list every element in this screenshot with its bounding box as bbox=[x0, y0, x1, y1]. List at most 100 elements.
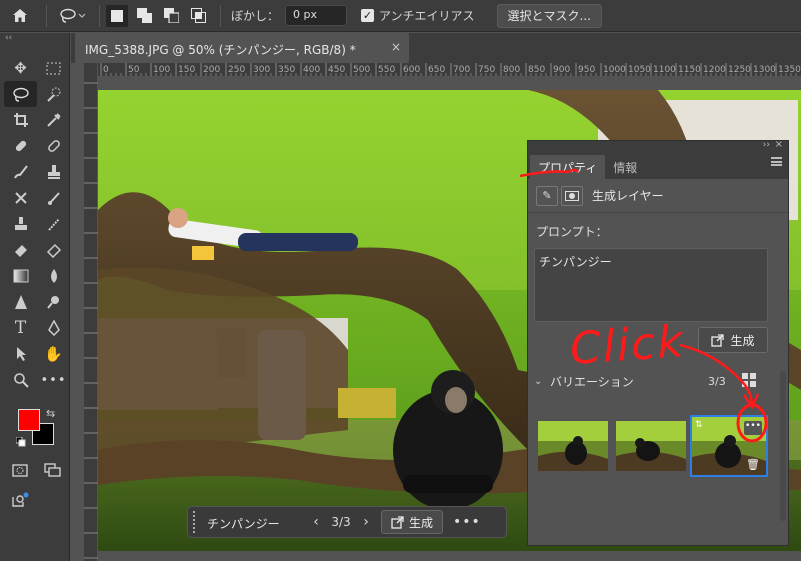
horizontal-ruler: 0 50 100 150 200 250 300 350 400 450 500 550 600 650 7… bbox=[98, 63, 801, 77]
quick-select-tool-icon[interactable] bbox=[37, 81, 70, 107]
generative-icon[interactable]: ✎ bbox=[536, 185, 558, 206]
ruler-label: 950 bbox=[578, 65, 595, 75]
layer-type-row: ✎ 生成レイヤー bbox=[528, 179, 788, 213]
panel-scrollbar[interactable] bbox=[780, 371, 786, 521]
divider bbox=[46, 4, 47, 27]
variation-thumbnail[interactable] bbox=[538, 421, 608, 471]
ruler-label: 700 bbox=[453, 65, 470, 75]
contextual-task-bar: チンパンジー ‹ 3/3 › 生成 ••• bbox=[187, 506, 507, 538]
tab-properties[interactable]: プロパティ bbox=[530, 155, 606, 179]
antialias-checkbox[interactable]: ✓ bbox=[361, 9, 375, 22]
background-eraser-icon[interactable] bbox=[4, 237, 37, 263]
variation-counter: 3/3 bbox=[331, 515, 351, 529]
variation-image bbox=[616, 421, 686, 471]
lasso-tool-icon[interactable] bbox=[4, 81, 37, 107]
previous-variation-button[interactable]: ‹ bbox=[305, 514, 327, 530]
generate-button[interactable]: 生成 bbox=[381, 510, 444, 534]
spot-healing-tool-icon[interactable] bbox=[4, 133, 37, 159]
eyedropper-tool-icon[interactable] bbox=[37, 107, 70, 133]
type-tool-icon[interactable]: T bbox=[4, 315, 37, 341]
swap-colors-icon[interactable]: ⇆ bbox=[46, 407, 55, 420]
crop-tool-icon[interactable] bbox=[4, 107, 37, 133]
gradient-tool-icon[interactable] bbox=[4, 263, 37, 289]
add-selection-icon bbox=[136, 8, 152, 23]
home-icon bbox=[13, 9, 27, 22]
quick-mask-icon[interactable] bbox=[8, 459, 32, 481]
hand-tool-icon[interactable]: ✋ bbox=[37, 341, 70, 367]
collapse-panel-icon[interactable]: ›› bbox=[763, 140, 770, 150]
more-options-icon[interactable]: ••• bbox=[744, 421, 762, 435]
share-icon[interactable] bbox=[8, 489, 32, 511]
zoom-tool-icon[interactable] bbox=[4, 367, 37, 393]
grid-view-icon[interactable] bbox=[742, 373, 756, 387]
ruler-label: 200 bbox=[203, 65, 220, 75]
marquee-tool-icon[interactable] bbox=[37, 55, 70, 81]
ruler-label: 350 bbox=[278, 65, 295, 75]
divider bbox=[220, 4, 221, 27]
variations-header[interactable]: ⌄ バリエーション 3/3 bbox=[534, 371, 766, 391]
add-selection-button[interactable] bbox=[133, 5, 155, 27]
properties-tabs: プロパティ 情報 bbox=[528, 151, 788, 179]
screen-mode-icon[interactable] bbox=[40, 459, 64, 481]
select-and-mask-button[interactable]: 選択とマスク... bbox=[496, 3, 602, 28]
feather-label: ぼかし： bbox=[231, 9, 280, 23]
close-tab-icon[interactable]: × bbox=[391, 40, 401, 54]
ruler-label: 1100 bbox=[653, 65, 676, 75]
intersect-selection-button[interactable] bbox=[187, 5, 209, 27]
prompt-input[interactable]: チンパンジー bbox=[207, 511, 305, 533]
variation-thumbnail-selected[interactable]: ⇅ ••• 🗑 bbox=[690, 415, 768, 477]
close-panel-icon[interactable]: × bbox=[775, 139, 783, 150]
blur-tool-icon[interactable] bbox=[37, 263, 70, 289]
stamp-tool-icon[interactable] bbox=[4, 211, 37, 237]
ruler-label: 250 bbox=[228, 65, 245, 75]
sort-icon: ⇅ bbox=[695, 420, 703, 430]
variation-thumbnail[interactable] bbox=[616, 421, 686, 471]
pattern-brush-tool-icon[interactable] bbox=[37, 211, 70, 237]
path-selection-tool-icon[interactable] bbox=[4, 341, 37, 367]
document-tab-title: IMG_5388.JPG @ 50% (チンパンジー, RGB/8) * bbox=[85, 43, 356, 57]
next-variation-button[interactable]: › bbox=[355, 514, 377, 530]
clone-stamp-tool-icon[interactable] bbox=[37, 159, 70, 185]
tab-info[interactable]: 情報 bbox=[605, 155, 645, 179]
subtract-selection-button[interactable] bbox=[160, 5, 182, 27]
drag-handle[interactable] bbox=[193, 511, 197, 533]
dodge-tool-icon[interactable] bbox=[37, 289, 70, 315]
subtract-selection-icon bbox=[163, 8, 179, 23]
ruler-label: 500 bbox=[353, 65, 370, 75]
more-options-icon[interactable]: ••• bbox=[453, 514, 481, 530]
color-swatches: ⇆ bbox=[16, 407, 62, 453]
foreground-color-swatch[interactable] bbox=[18, 409, 40, 431]
options-bar: ぼかし： 0 px ✓ アンチエイリアス 選択とマスク... bbox=[0, 0, 801, 32]
remove-tool-icon[interactable] bbox=[37, 133, 70, 159]
move-tool-icon[interactable]: ✥ bbox=[4, 55, 37, 81]
mixer-brush-tool-icon[interactable] bbox=[37, 185, 70, 211]
more-tools-icon[interactable]: ••• bbox=[37, 367, 70, 393]
trash-icon[interactable]: 🗑 bbox=[746, 458, 760, 471]
document-tab[interactable]: IMG_5388.JPG @ 50% (チンパンジー, RGB/8) * × bbox=[75, 33, 409, 63]
ruler-label: 1050 bbox=[628, 65, 651, 75]
brush-tool-icon[interactable] bbox=[4, 159, 37, 185]
panel-menu-icon[interactable] bbox=[771, 157, 782, 166]
new-selection-button[interactable] bbox=[106, 4, 128, 27]
feather-input[interactable]: 0 px bbox=[285, 5, 348, 26]
pen-tool-icon[interactable] bbox=[37, 315, 70, 341]
ruler-label: 1300 bbox=[753, 65, 776, 75]
prompt-textarea[interactable]: チンパンジー bbox=[534, 248, 768, 322]
mask-icon[interactable] bbox=[561, 185, 583, 206]
default-colors-icon[interactable] bbox=[16, 437, 26, 447]
eraser-tool-icon[interactable] bbox=[37, 237, 70, 263]
home-button[interactable] bbox=[0, 3, 40, 29]
variation-thumbnails: ⇅ ••• 🗑 bbox=[536, 415, 772, 487]
ruler-label: 400 bbox=[303, 65, 320, 75]
intersect-selection-icon bbox=[190, 8, 206, 23]
ruler-label: 300 bbox=[253, 65, 270, 75]
ruler-label: 1250 bbox=[728, 65, 751, 75]
ruler-label: 100 bbox=[153, 65, 170, 75]
lasso-preset-button[interactable] bbox=[53, 3, 93, 29]
variation-image bbox=[538, 421, 608, 471]
properties-generate-button[interactable]: 生成 bbox=[698, 327, 768, 353]
history-brush-tool-icon[interactable] bbox=[4, 185, 37, 211]
sharpen-tool-icon[interactable] bbox=[4, 289, 37, 315]
prompt-label: プロンプト： bbox=[536, 225, 608, 239]
collapse-toolbar-icon[interactable]: ‹‹ bbox=[0, 33, 69, 45]
